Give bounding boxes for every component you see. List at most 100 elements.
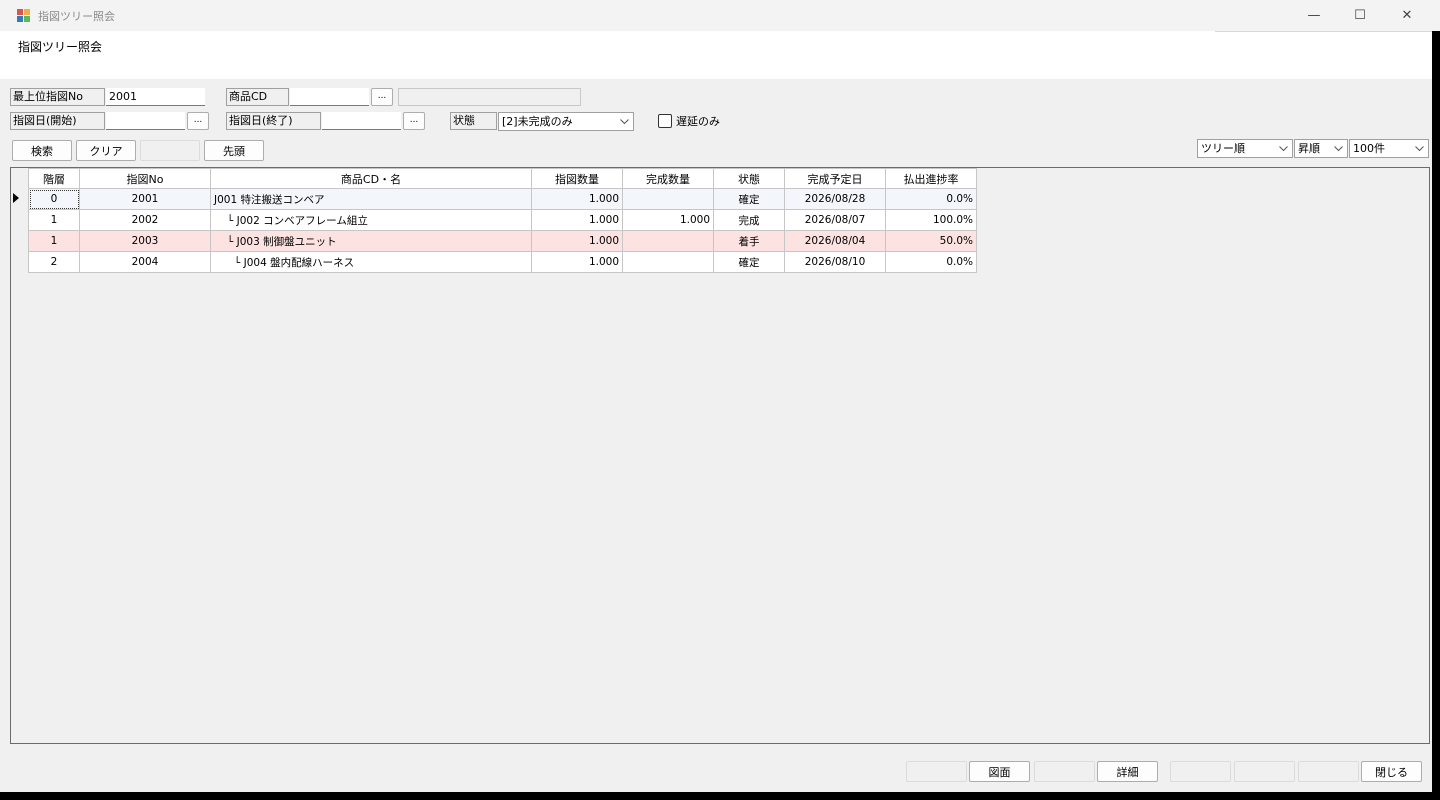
minimize-button[interactable]: — — [1291, 0, 1337, 31]
table-row[interactable]: 1 2002 └ J002 コンベアフレーム組立 1.000 1.000 完成 … — [28, 209, 977, 231]
cell-order-no[interactable]: 2002 — [79, 209, 211, 231]
current-row-indicator-icon — [13, 193, 19, 203]
cell-done-qty[interactable] — [622, 230, 714, 252]
close-button[interactable]: 閉じる — [1361, 761, 1422, 782]
cell-product[interactable]: └ J003 制御盤ユニット — [210, 230, 532, 252]
cell-level[interactable]: 1 — [28, 209, 80, 231]
drawing-button[interactable]: 図面 — [969, 761, 1030, 782]
column-header-order-qty[interactable]: 指図数量 — [531, 168, 623, 189]
delay-only-checkbox-box[interactable] — [658, 114, 672, 128]
footer-blank-button-5 — [1298, 761, 1359, 782]
column-header-product[interactable]: 商品CD・名 — [210, 168, 532, 189]
product-cd-input[interactable] — [290, 88, 369, 106]
maximize-icon: ☐ — [1354, 8, 1366, 23]
sort-direction-value: 昇順 — [1298, 142, 1320, 155]
app-icon — [17, 9, 31, 22]
order-date-start-input[interactable] — [106, 112, 185, 130]
order-date-end-input[interactable] — [322, 112, 401, 130]
cell-order-qty[interactable]: 1.000 — [531, 209, 623, 231]
cell-progress[interactable]: 0.0% — [885, 188, 977, 210]
cell-progress[interactable]: 0.0% — [885, 251, 977, 273]
delay-only-checkbox[interactable]: 遅延のみ — [658, 113, 720, 129]
footer-blank-button-1 — [906, 761, 967, 782]
product-name-display — [398, 88, 581, 106]
header-panel — [0, 31, 1432, 79]
cell-status[interactable]: 完成 — [713, 209, 785, 231]
column-header-progress[interactable]: 払出進捗率 — [885, 168, 977, 189]
chevron-down-icon — [1412, 145, 1426, 152]
cell-level[interactable]: 0 — [28, 188, 80, 210]
top-button[interactable]: 先頭 — [204, 140, 264, 161]
order-date-start-picker-button[interactable]: ... — [187, 112, 209, 130]
grid-table: 階層 指図No 商品CD・名 指図数量 完成数量 状態 完成予定日 払出進捗率 … — [28, 168, 977, 273]
column-header-level[interactable]: 階層 — [28, 168, 80, 189]
cell-product[interactable]: └ J002 コンベアフレーム組立 — [210, 209, 532, 231]
cell-due-date[interactable]: 2026/08/07 — [784, 209, 886, 231]
delay-only-label: 遅延のみ — [676, 115, 720, 128]
clear-button[interactable]: クリア — [76, 140, 136, 161]
footer-blank-button-3 — [1170, 761, 1231, 782]
top-order-no-label: 最上位指図No — [10, 88, 105, 106]
chevron-down-icon — [1276, 145, 1290, 152]
search-button[interactable]: 検索 — [12, 140, 72, 161]
column-header-order-no[interactable]: 指図No — [79, 168, 211, 189]
status-label: 状態 — [450, 112, 497, 130]
column-header-due-date[interactable]: 完成予定日 — [784, 168, 886, 189]
cell-level[interactable]: 1 — [28, 230, 80, 252]
cell-order-no[interactable]: 2001 — [79, 188, 211, 210]
page-size-select[interactable]: 100件 — [1349, 139, 1429, 158]
product-cd-label: 商品CD — [226, 88, 289, 106]
window-frame-bottom — [0, 792, 1440, 800]
cell-done-qty[interactable] — [622, 251, 714, 273]
column-header-done-qty[interactable]: 完成数量 — [622, 168, 714, 189]
window-frame-right — [1432, 31, 1440, 800]
grid-header-row: 階層 指図No 商品CD・名 指図数量 完成数量 状態 完成予定日 払出進捗率 — [28, 168, 977, 189]
cell-order-no[interactable]: 2004 — [79, 251, 211, 273]
sort-order-select[interactable]: ツリー順 — [1197, 139, 1293, 158]
cell-level[interactable]: 2 — [28, 251, 80, 273]
chevron-down-icon — [1331, 145, 1345, 152]
cell-order-qty[interactable]: 1.000 — [531, 251, 623, 273]
product-cd-picker-button[interactable]: ... — [371, 88, 393, 106]
maximize-button[interactable]: ☐ — [1337, 0, 1383, 31]
cell-order-no[interactable]: 2003 — [79, 230, 211, 252]
table-row[interactable]: 0 2001 J001 特注搬送コンベア 1.000 確定 2026/08/28… — [28, 188, 977, 210]
cell-progress[interactable]: 100.0% — [885, 209, 977, 231]
cell-product[interactable]: J001 特注搬送コンベア — [210, 188, 532, 210]
cell-status[interactable]: 確定 — [713, 251, 785, 273]
table-row[interactable]: 1 2003 └ J003 制御盤ユニット 1.000 着手 2026/08/0… — [28, 230, 977, 252]
status-select-value: [2]未完成のみ — [502, 115, 573, 128]
page-title: 指図ツリー照会 — [18, 40, 103, 54]
sort-direction-select[interactable]: 昇順 — [1294, 139, 1348, 158]
cell-progress[interactable]: 50.0% — [885, 230, 977, 252]
sort-order-value: ツリー順 — [1201, 142, 1245, 155]
header-divider — [1215, 31, 1432, 32]
footer-blank-button-2 — [1034, 761, 1095, 782]
cell-order-qty[interactable]: 1.000 — [531, 188, 623, 210]
close-icon: ✕ — [1401, 8, 1413, 23]
top-order-no-input[interactable]: 2001 — [106, 88, 205, 106]
cell-status[interactable]: 着手 — [713, 230, 785, 252]
page-size-value: 100件 — [1353, 142, 1385, 155]
column-header-status[interactable]: 状態 — [713, 168, 785, 189]
cell-due-date[interactable]: 2026/08/04 — [784, 230, 886, 252]
order-date-end-picker-button[interactable]: ... — [403, 112, 425, 130]
detail-button[interactable]: 詳細 — [1097, 761, 1158, 782]
status-select[interactable]: [2]未完成のみ — [498, 112, 634, 131]
cell-done-qty[interactable] — [622, 188, 714, 210]
footer-blank-button-4 — [1234, 761, 1295, 782]
table-row[interactable]: 2 2004 └ J004 盤内配線ハーネス 1.000 確定 2026/08/… — [28, 251, 977, 273]
cell-due-date[interactable]: 2026/08/10 — [784, 251, 886, 273]
close-window-button[interactable]: ✕ — [1384, 0, 1430, 31]
window-titlebar — [0, 0, 1440, 31]
cell-status[interactable]: 確定 — [713, 188, 785, 210]
cell-order-qty[interactable]: 1.000 — [531, 230, 623, 252]
cell-due-date[interactable]: 2026/08/28 — [784, 188, 886, 210]
order-tree-grid[interactable]: 階層 指図No 商品CD・名 指図数量 完成数量 状態 完成予定日 払出進捗率 … — [10, 167, 1430, 744]
cell-product[interactable]: └ J004 盤内配線ハーネス — [210, 251, 532, 273]
blank-toolbar-button — [140, 140, 200, 161]
cell-done-qty[interactable]: 1.000 — [622, 209, 714, 231]
minimize-icon: — — [1307, 8, 1321, 23]
order-date-end-label: 指図日(終了) — [226, 112, 321, 130]
window-title: 指図ツリー照会 — [38, 10, 115, 23]
